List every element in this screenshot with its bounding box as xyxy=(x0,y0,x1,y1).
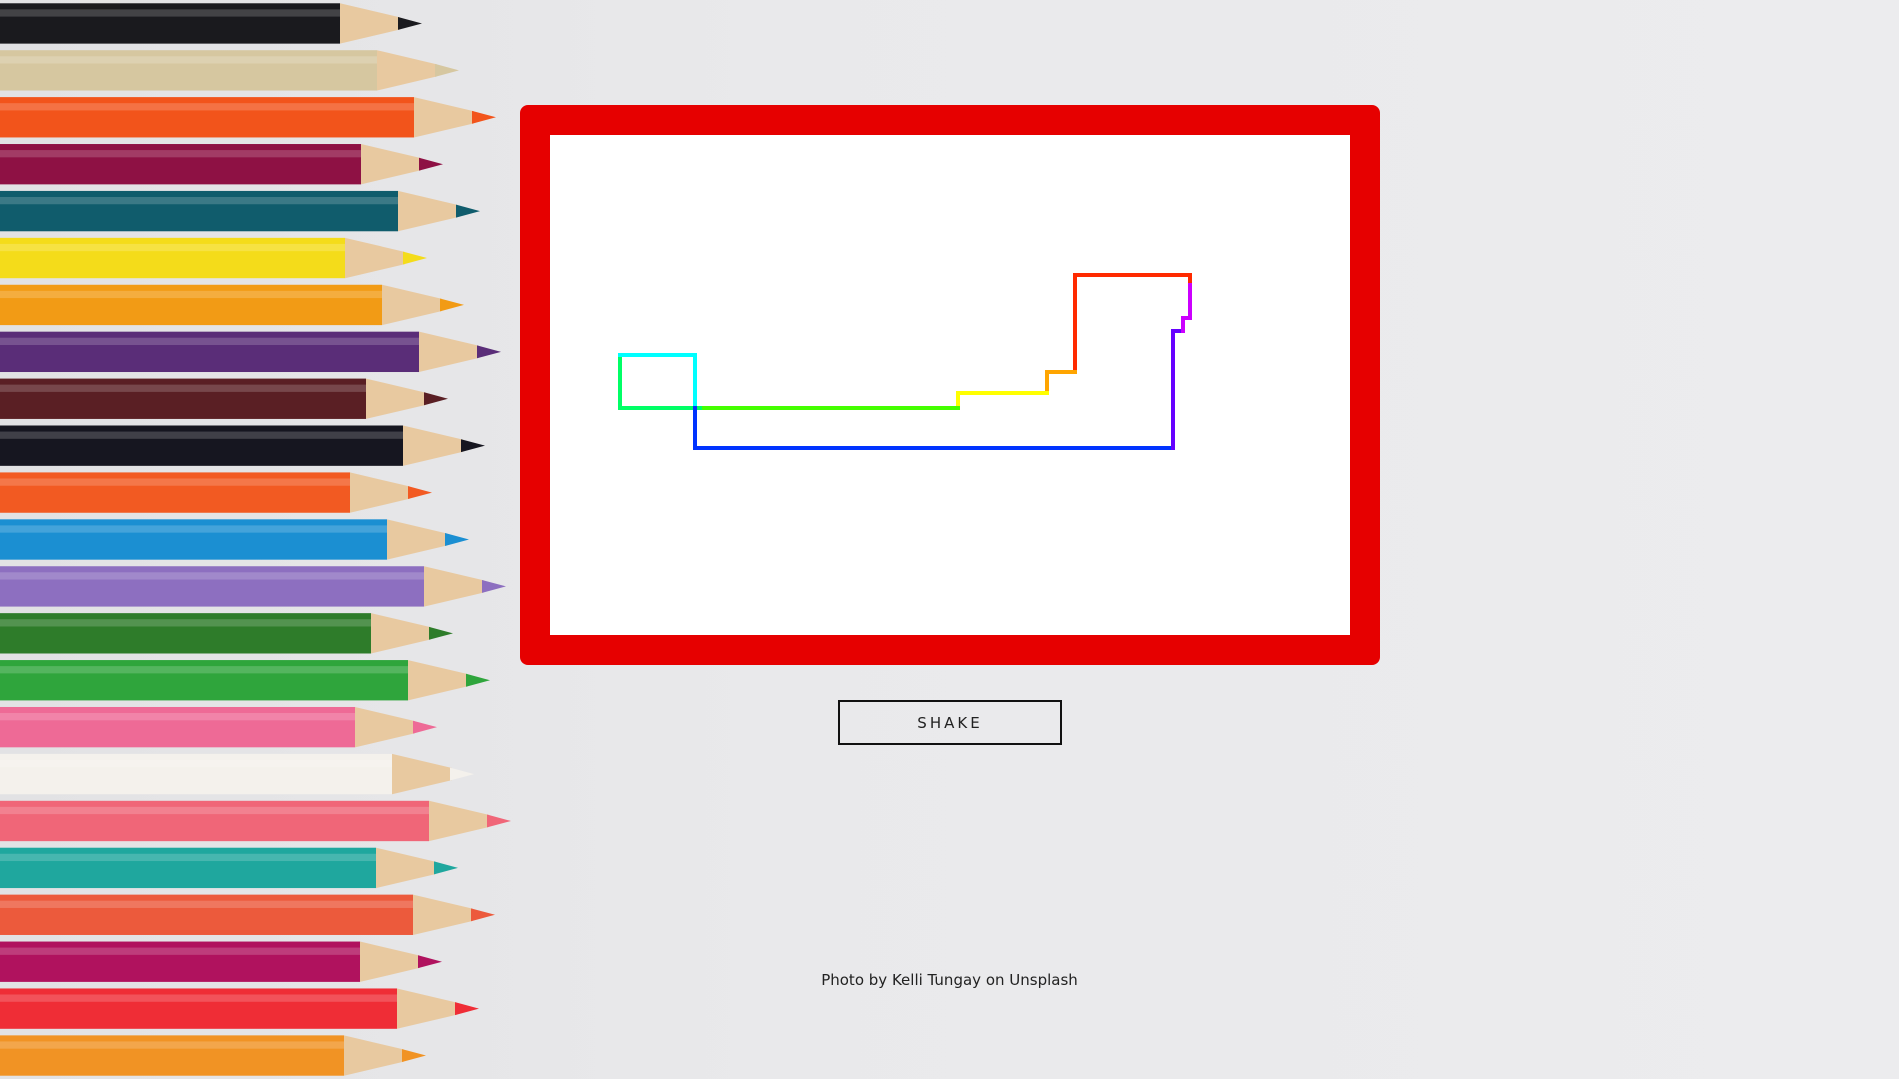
pencil xyxy=(0,190,480,232)
pencil xyxy=(0,660,490,701)
pencil xyxy=(0,613,453,654)
credit-author-link[interactable]: Kelli Tungay xyxy=(892,971,981,989)
pencil xyxy=(0,519,469,560)
credit-source-link[interactable]: Unsplash xyxy=(1009,971,1078,989)
rainbow-drawn-line xyxy=(618,273,1192,450)
pencil xyxy=(0,988,479,1029)
pencil xyxy=(0,50,459,91)
pencil xyxy=(0,331,501,373)
drawing-canvas[interactable] xyxy=(550,135,1350,635)
colored-pencils-background-photo xyxy=(0,3,511,1076)
pencil xyxy=(0,97,496,138)
pencil xyxy=(0,706,437,748)
pencil xyxy=(0,1035,426,1076)
pencil xyxy=(0,472,432,513)
shake-button[interactable]: SHAKE xyxy=(838,700,1062,745)
page: SHAKE Photo by Kelli Tungay on Unsplash xyxy=(0,0,1899,1079)
credit-middle: on xyxy=(985,971,1005,989)
pencil xyxy=(0,378,448,419)
pencil xyxy=(0,237,427,279)
pencil xyxy=(0,894,495,935)
pencil xyxy=(0,847,458,889)
pencil xyxy=(0,284,464,326)
drawing-line-svg xyxy=(618,273,1192,450)
pencil xyxy=(0,566,506,607)
etch-a-sketch-frame xyxy=(520,105,1380,665)
credit-prefix: Photo by xyxy=(821,971,888,989)
pencil xyxy=(0,800,511,842)
pencil xyxy=(0,753,474,795)
pencil xyxy=(0,425,485,466)
pencil xyxy=(0,144,443,185)
pencil xyxy=(0,3,422,44)
photo-credit: Photo by Kelli Tungay on Unsplash xyxy=(0,971,1899,989)
